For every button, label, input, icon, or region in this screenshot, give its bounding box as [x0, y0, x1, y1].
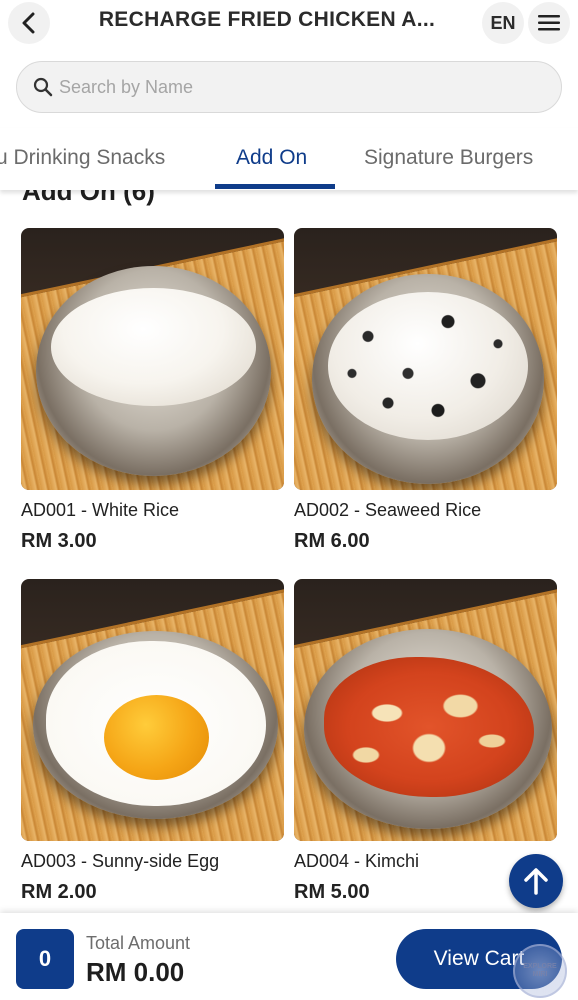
active-tab-indicator: [215, 184, 335, 189]
sunny-side-egg-image: [21, 579, 284, 841]
total-amount-label: Total Amount: [86, 933, 191, 953]
total-amount-value: RM 0.00: [86, 957, 185, 987]
item-name: AD003 - Sunny-side Egg: [21, 851, 220, 871]
tab-add-on[interactable]: Add On: [236, 146, 307, 170]
white-rice-image: [21, 228, 284, 490]
item-price: RM 5.00: [294, 881, 370, 903]
tab-signature-burgers[interactable]: Signature Burgers: [364, 146, 533, 170]
seaweed-rice-image: [294, 228, 557, 490]
menu-item-card[interactable]: AD001 - White Rice RM 3.00: [21, 228, 284, 552]
item-price: RM 2.00: [21, 881, 97, 903]
kimchi-image: [294, 579, 557, 841]
hamburger-menu-icon: [538, 15, 560, 31]
menu-item-card[interactable]: AD003 - Sunny-side Egg RM 2.00: [21, 579, 284, 903]
menu-button[interactable]: [528, 2, 570, 44]
tab-drinking-snacks[interactable]: u Drinking Snacks: [0, 146, 165, 170]
arrow-up-icon: [524, 868, 548, 895]
chevron-left-icon: [22, 12, 35, 34]
item-price: RM 6.00: [294, 530, 370, 552]
item-price: RM 3.00: [21, 530, 97, 552]
category-tabs: u Drinking Snacks Add On Signature Burge…: [0, 128, 578, 190]
menu-item-card[interactable]: AD002 - Seaweed Rice RM 6.00: [294, 228, 557, 552]
search-input[interactable]: [59, 76, 539, 98]
watermark-logo: EXPLORE MIRI: [513, 944, 567, 998]
back-button[interactable]: [8, 2, 50, 44]
scroll-to-top-button[interactable]: [509, 854, 563, 908]
menu-item-card[interactable]: AD004 - Kimchi RM 5.00: [294, 579, 557, 903]
cart-bar: 0 Total Amount RM 0.00 View Cart: [0, 913, 578, 1000]
search-bar[interactable]: [16, 61, 562, 113]
item-name: AD004 - Kimchi: [294, 851, 420, 871]
language-button[interactable]: EN: [482, 2, 524, 44]
watermark-line1: EXPLORE: [523, 962, 557, 970]
search-icon: [33, 77, 53, 97]
cart-count-badge[interactable]: 0: [16, 929, 74, 989]
watermark-line2: MIRI: [532, 971, 548, 978]
app-header: RECHARGE FRIED CHICKEN A... EN: [0, 0, 578, 48]
item-name: AD001 - White Rice: [21, 500, 180, 520]
page-title: RECHARGE FRIED CHICKEN A...: [98, 8, 436, 31]
item-name: AD002 - Seaweed Rice: [294, 500, 482, 520]
